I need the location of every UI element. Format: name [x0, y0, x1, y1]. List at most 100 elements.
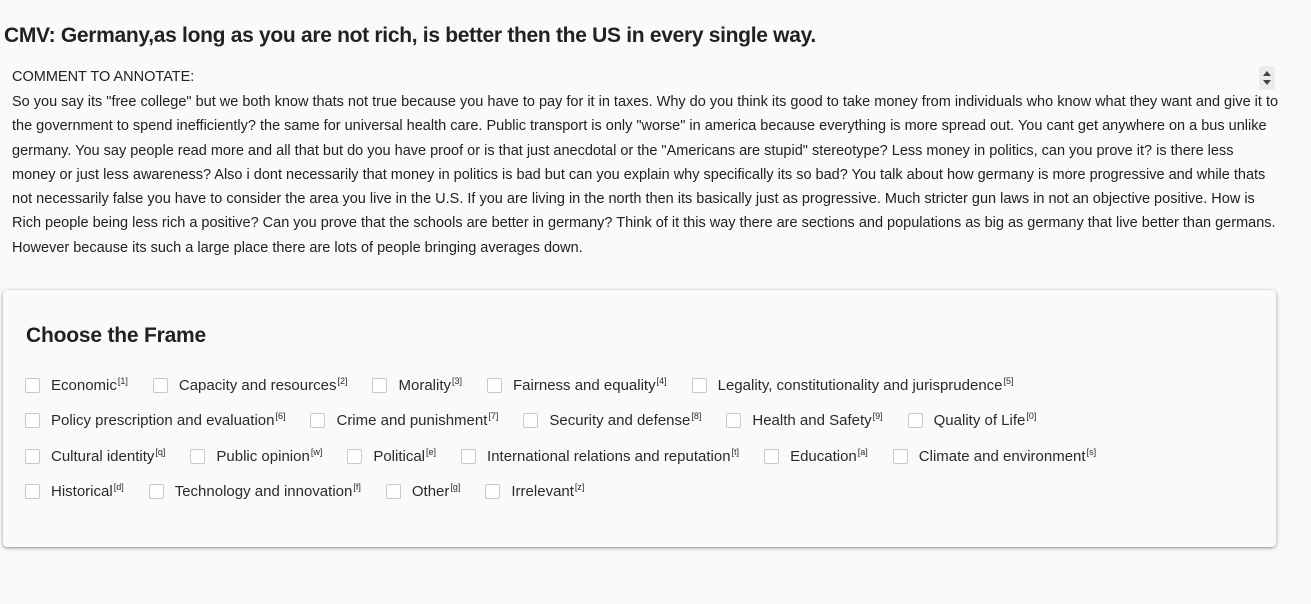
frame-label-text: Policy prescription and evaluation	[51, 411, 275, 429]
shortcut-key: [4]	[656, 375, 667, 386]
frame-checkbox[interactable]	[487, 377, 503, 393]
frame-label: Crime and punishment[7]	[336, 410, 499, 429]
scroll-spinner[interactable]	[1259, 66, 1275, 90]
frame-checkbox[interactable]	[148, 483, 164, 499]
frame-label: Irrelevant[z]	[511, 481, 585, 500]
frame-checkbox[interactable]	[764, 448, 780, 464]
shortcut-key: [7]	[488, 410, 499, 421]
shortcut-key: [9]	[872, 410, 883, 421]
frame-option[interactable]: Security and defense[8]	[523, 411, 701, 429]
shortcut-key: [d]	[113, 481, 124, 492]
frame-row: Cultural identity[q] Public opinion[w] Pol…	[25, 446, 1121, 466]
shortcut-key: [6]	[275, 410, 286, 421]
frame-option[interactable]: Legality, constitutionality and jurispru…	[691, 375, 1014, 394]
shortcut-key: [g]	[450, 481, 461, 492]
frame-checkbox[interactable]	[372, 377, 388, 393]
frame-label: Capacity and resources[2]	[178, 375, 348, 394]
frame-label-text: International relations and reputation	[487, 447, 731, 465]
frame-label: Quality of Life[0]	[933, 410, 1037, 429]
frame-checkbox[interactable]	[190, 448, 206, 464]
frame-option[interactable]: Climate and environment[s]	[892, 446, 1097, 465]
page-title: CMV: Germany,as long as you are not rich…	[4, 24, 816, 47]
frame-label: Cultural identity[q]	[51, 446, 166, 465]
shortcut-key: [0]	[1026, 410, 1037, 421]
frame-option[interactable]: Historical[d]	[25, 481, 124, 500]
frame-label: Economic[1]	[51, 375, 128, 394]
frame-card: Choose the Frame Economic[1] Capacity and…	[3, 290, 1276, 547]
frame-checkbox[interactable]	[461, 448, 477, 464]
frame-label-text: Cultural identity	[51, 447, 155, 465]
frame-option[interactable]: Other[g]	[385, 481, 461, 500]
frame-checkbox[interactable]	[25, 412, 40, 428]
chevron-down-icon[interactable]	[1263, 80, 1271, 85]
frame-label: International relations and reputation[t…	[487, 446, 740, 465]
frame-option[interactable]: Technology and innovation[f]	[148, 482, 361, 500]
frame-label: Fairness and equality[4]	[513, 375, 667, 394]
comment-label: COMMENT TO ANNOTATE:	[12, 69, 195, 85]
frame-label: Policy prescription and evaluation[6]	[51, 410, 286, 429]
frame-row: Economic[1] Capacity and resources[2] Mora…	[25, 375, 1039, 395]
frame-checkbox[interactable]	[485, 483, 501, 499]
frame-option[interactable]: Quality of Life[0]	[907, 410, 1037, 429]
frame-label: Education[a]	[790, 446, 868, 465]
shortcut-key: [2]	[337, 375, 348, 386]
frame-checkbox[interactable]	[310, 412, 326, 428]
frame-checkbox[interactable]	[523, 412, 539, 428]
frame-option[interactable]: International relations and reputation[t…	[461, 446, 740, 465]
frame-label-text: Technology and innovation	[174, 482, 353, 500]
shortcut-key: [5]	[1003, 375, 1014, 386]
frame-label-text: Capacity and resources	[178, 376, 337, 394]
frame-label: Technology and innovation[f]	[174, 482, 361, 500]
frame-option[interactable]: Economic[1]	[25, 375, 128, 394]
frame-label-text: Morality	[398, 376, 451, 394]
comment-text: So you say its "free college" but we bot…	[12, 94, 1279, 256]
frame-checkbox[interactable]	[892, 448, 908, 464]
frame-label: Climate and environment[s]	[918, 446, 1097, 465]
frame-option[interactable]: Capacity and resources[2]	[152, 375, 348, 394]
shortcut-key: [e]	[426, 446, 437, 457]
frame-checkbox[interactable]	[907, 412, 923, 428]
frame-checkbox[interactable]	[726, 412, 742, 428]
frame-option[interactable]: Fairness and equality[4]	[487, 375, 667, 394]
frame-option[interactable]: Policy prescription and evaluation[6]	[25, 410, 286, 429]
shortcut-key: [z]	[574, 481, 585, 492]
frame-label: Security and defense[8]	[549, 411, 701, 429]
frame-label: Other[g]	[412, 481, 461, 500]
frame-label-text: Irrelevant	[511, 482, 574, 500]
frame-label: Morality[3]	[398, 375, 463, 394]
frame-label-text: Fairness and equality	[513, 376, 656, 394]
frame-checkbox[interactable]	[25, 448, 40, 464]
frame-label-text: Quality of Life	[933, 411, 1026, 429]
card-title: Choose the Frame	[26, 324, 207, 347]
frame-option[interactable]: Crime and punishment[7]	[310, 410, 499, 429]
frame-label: Public opinion[w]	[216, 447, 322, 465]
frame-label: Political[e]	[373, 446, 437, 465]
frame-label-text: Public opinion	[216, 447, 310, 465]
frame-option[interactable]: Health and Safety[9]	[726, 410, 883, 429]
frame-checkbox[interactable]	[691, 377, 707, 393]
frame-option[interactable]: Irrelevant[z]	[485, 481, 585, 500]
shortcut-key: [q]	[155, 446, 166, 457]
frame-option[interactable]: Political[e]	[347, 446, 437, 465]
frame-checkbox[interactable]	[25, 483, 40, 499]
frame-label-text: Climate and environment	[918, 447, 1086, 465]
frame-checkbox[interactable]	[385, 483, 401, 499]
chevron-up-icon[interactable]	[1263, 71, 1271, 76]
shortcut-key: [t]	[731, 446, 740, 457]
frame-option[interactable]: Education[a]	[764, 446, 868, 465]
shortcut-key: [a]	[857, 446, 868, 457]
frame-option[interactable]: Morality[3]	[372, 375, 463, 394]
shortcut-key: [3]	[452, 375, 463, 386]
shortcut-key: [1]	[117, 375, 128, 386]
frame-checkbox[interactable]	[25, 377, 40, 393]
frame-option[interactable]: Public opinion[w]	[190, 447, 322, 465]
frame-label: Health and Safety[9]	[752, 410, 883, 429]
frame-label-text: Security and defense	[549, 411, 691, 429]
frame-option[interactable]: Cultural identity[q]	[25, 446, 166, 465]
frame-checkbox[interactable]	[347, 448, 363, 464]
frame-checkbox[interactable]	[152, 377, 168, 393]
frame-row: Policy prescription and evaluation[6] Cri…	[25, 410, 1061, 430]
frame-label-text: Economic	[51, 376, 117, 394]
frame-label-text: Crime and punishment	[336, 411, 488, 429]
shortcut-key: [s]	[1086, 446, 1097, 457]
